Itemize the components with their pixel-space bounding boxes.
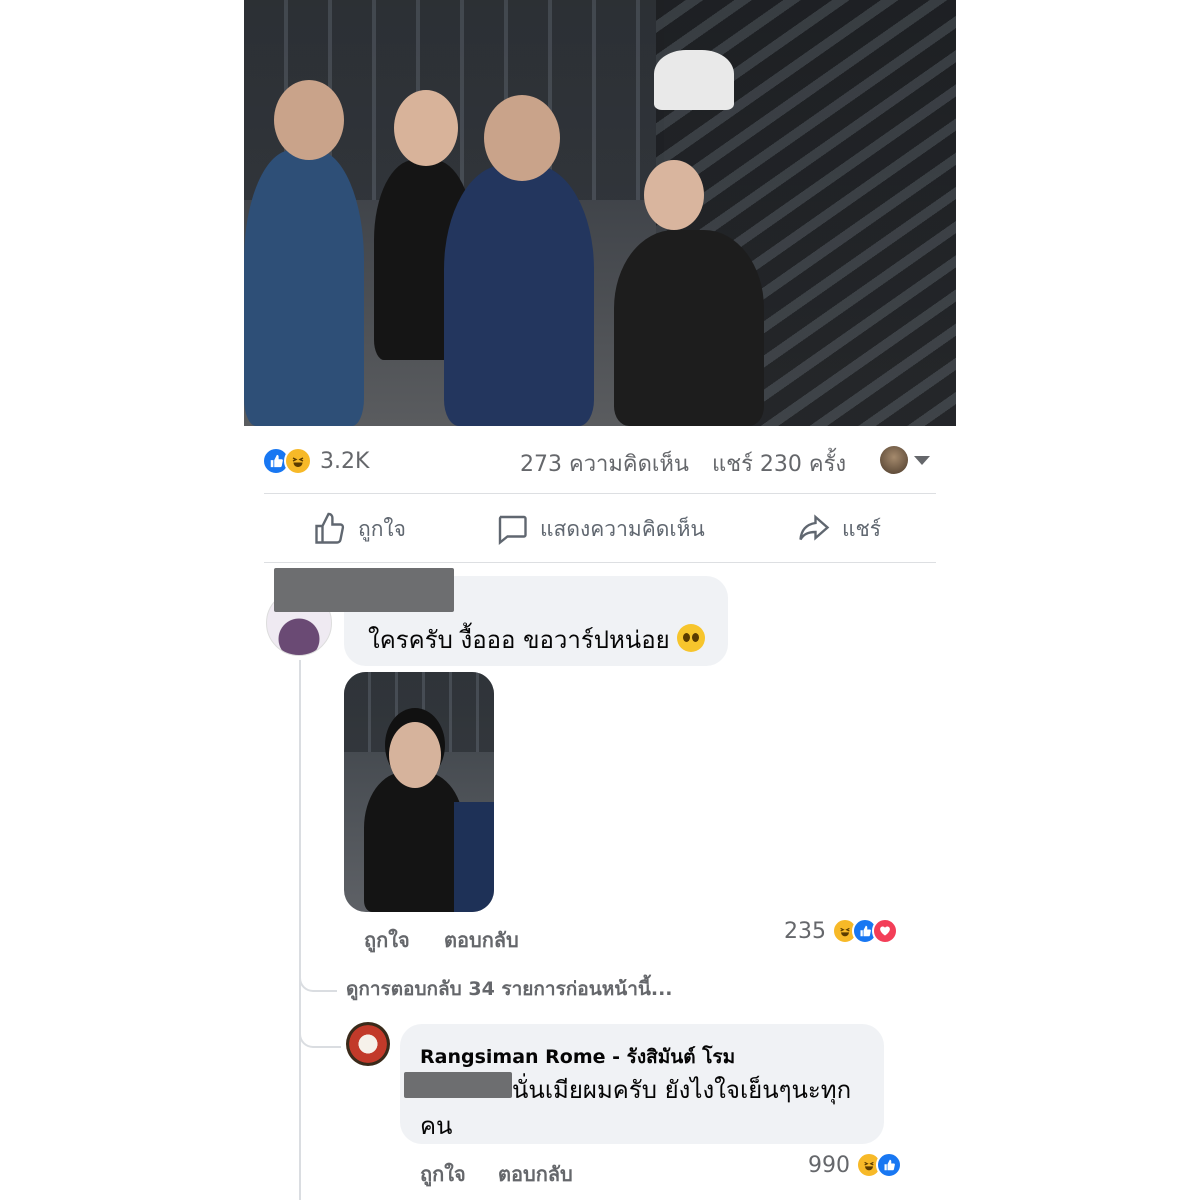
reaction-summary[interactable]: 3.2K <box>262 444 369 478</box>
share-button[interactable]: แชร์ <box>796 508 881 550</box>
attachment-person-side <box>454 802 494 912</box>
share-button-label: แชร์ <box>842 516 882 541</box>
reply-bubble: Rangsiman Rome - รังสิมันต์ โรม นั่นเมีย… <box>400 1024 884 1144</box>
post-stats: 273 ความคิดเห็น แชร์ 230 ครั้ง <box>520 446 862 481</box>
comment-count-link[interactable]: 273 ความคิดเห็น <box>520 452 689 477</box>
reply-author-avatar[interactable] <box>346 1022 390 1066</box>
reply-reactions[interactable]: 990 <box>808 1152 902 1178</box>
reply-reply-link[interactable]: ตอบกลับ <box>498 1158 573 1190</box>
photo-person-head <box>274 80 344 160</box>
post-photo[interactable] <box>244 0 956 426</box>
reply-connector <box>299 1016 341 1048</box>
share-count-link[interactable]: แชร์ 230 ครั้ง <box>712 452 846 477</box>
comment-reply-link[interactable]: ตอบกลับ <box>444 924 519 956</box>
photo-person-head <box>394 90 458 166</box>
thumbs-up-icon <box>315 512 345 544</box>
photo-person <box>244 150 364 426</box>
comment-icon <box>498 515 527 545</box>
comment-bubble: ใครครับ งื้อออ ขอวาร์ปหน่อย <box>274 568 728 666</box>
haha-icon <box>284 447 312 475</box>
profile-avatar[interactable] <box>880 446 908 474</box>
like-icon <box>876 1152 902 1178</box>
reaction-count: 3.2K <box>320 448 370 474</box>
reply-like-link[interactable]: ถูกใจ <box>420 1158 466 1190</box>
attachment-person-body <box>364 772 464 912</box>
comment-image-attachment[interactable] <box>344 672 494 912</box>
comment-button-label: แสดงความคิดเห็น <box>540 516 705 541</box>
comment-reaction-count: 235 <box>784 918 826 944</box>
love-icon <box>872 918 898 944</box>
chevron-down-icon[interactable] <box>914 456 930 465</box>
attachment-person-head <box>389 722 441 788</box>
view-previous-replies-link[interactable]: ดูการตอบกลับ 34 รายการก่อนหน้านี้... <box>346 974 673 1004</box>
like-button-label: ถูกใจ <box>358 516 406 541</box>
photo-person-head <box>644 160 704 230</box>
like-button[interactable]: ถูกใจ <box>312 508 406 550</box>
redacted-author-name <box>274 568 454 612</box>
comment-reactions[interactable]: 235 <box>784 918 898 944</box>
photo-person-head <box>484 95 560 181</box>
pleading-face-emoji <box>677 624 706 652</box>
reply-text-line1: นั่นเมียผมครับ ยังไงใจเย็นๆนะทุก <box>512 1076 852 1104</box>
thread-line <box>299 660 301 1200</box>
reply-connector <box>299 960 337 992</box>
photo-person <box>654 50 734 110</box>
redacted-mention <box>404 1072 512 1098</box>
comment-text: ใครครับ งื้อออ ขอวาร์ปหน่อย <box>368 620 706 659</box>
comment-like-link[interactable]: ถูกใจ <box>364 924 410 956</box>
divider <box>264 493 936 494</box>
photo-person <box>444 165 594 426</box>
reply-reaction-count: 990 <box>808 1152 850 1178</box>
divider <box>264 562 936 563</box>
reply-text-line2: คน <box>420 1112 453 1140</box>
comment-button[interactable]: แสดงความคิดเห็น <box>494 508 705 550</box>
reply-author-name[interactable]: Rangsiman Rome - รังสิมันต์ โรม <box>420 1042 735 1072</box>
share-arrow-icon <box>799 514 830 541</box>
photo-person <box>614 230 764 426</box>
